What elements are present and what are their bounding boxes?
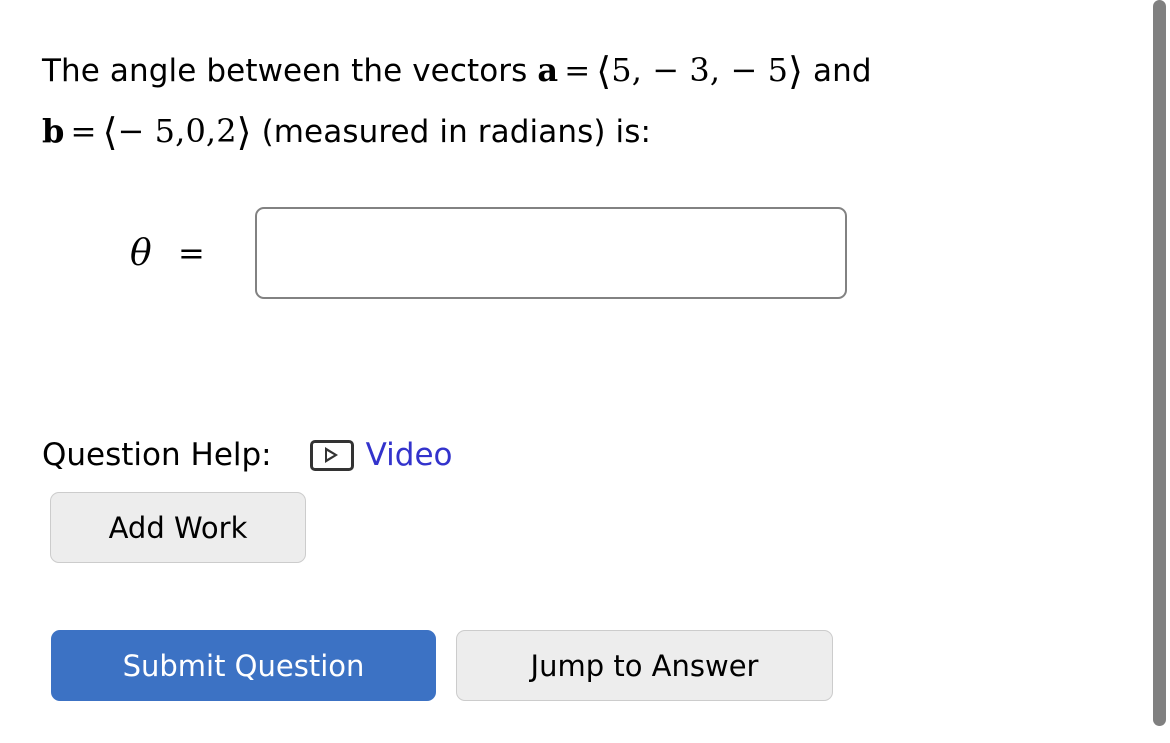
vector-a-name: a <box>537 51 559 89</box>
vector-b-component-0: − 5 <box>117 112 176 150</box>
question-statement: The angle between the vectors a = ⟨5, − 3,… <box>42 49 872 154</box>
theta-equals-sign: = <box>178 234 205 272</box>
play-triangle-icon <box>325 447 339 463</box>
vector-b-component-1: 0 <box>185 112 206 150</box>
question-help-row: Question Help: Video <box>42 432 452 478</box>
vector-a-equals: = <box>564 53 591 89</box>
vector-b-name: b <box>42 112 65 150</box>
submit-question-button[interactable]: Submit Question <box>51 630 436 701</box>
vertical-scrollbar-thumb[interactable] <box>1153 0 1166 726</box>
theta-symbol-label: θ <box>130 232 152 274</box>
vector-b-equals: = <box>70 114 97 150</box>
vector-a-component-0: 5 <box>611 51 632 89</box>
vector-a-open-bracket: ⟨ <box>596 49 612 93</box>
video-help-link[interactable]: Video <box>366 437 453 473</box>
question-conjunction: and <box>813 53 872 89</box>
vector-a-component-1: − 3 <box>652 51 710 89</box>
question-page: The angle between the vectors a = ⟨5, − 3,… <box>0 0 1148 743</box>
vertical-scrollbar-track[interactable] <box>1148 0 1170 743</box>
video-play-icon[interactable] <box>309 439 354 471</box>
vector-a-close-bracket: ⟩ <box>788 49 804 93</box>
question-tail-text: (measured in radians) is: <box>261 114 651 150</box>
answer-input[interactable] <box>254 207 847 299</box>
answer-row: θ = <box>130 207 847 299</box>
question-help-label: Question Help: <box>42 437 272 473</box>
jump-to-answer-button[interactable]: Jump to Answer <box>456 630 833 701</box>
vector-b-close-bracket: ⟩ <box>236 110 252 154</box>
question-intro-text: The angle between the vectors <box>42 53 528 89</box>
add-work-button[interactable]: Add Work <box>50 492 306 563</box>
vector-b-open-bracket: ⟨ <box>102 110 118 154</box>
vector-a-component-2: − 5 <box>730 51 789 89</box>
vector-b-component-2: 2 <box>216 112 237 150</box>
